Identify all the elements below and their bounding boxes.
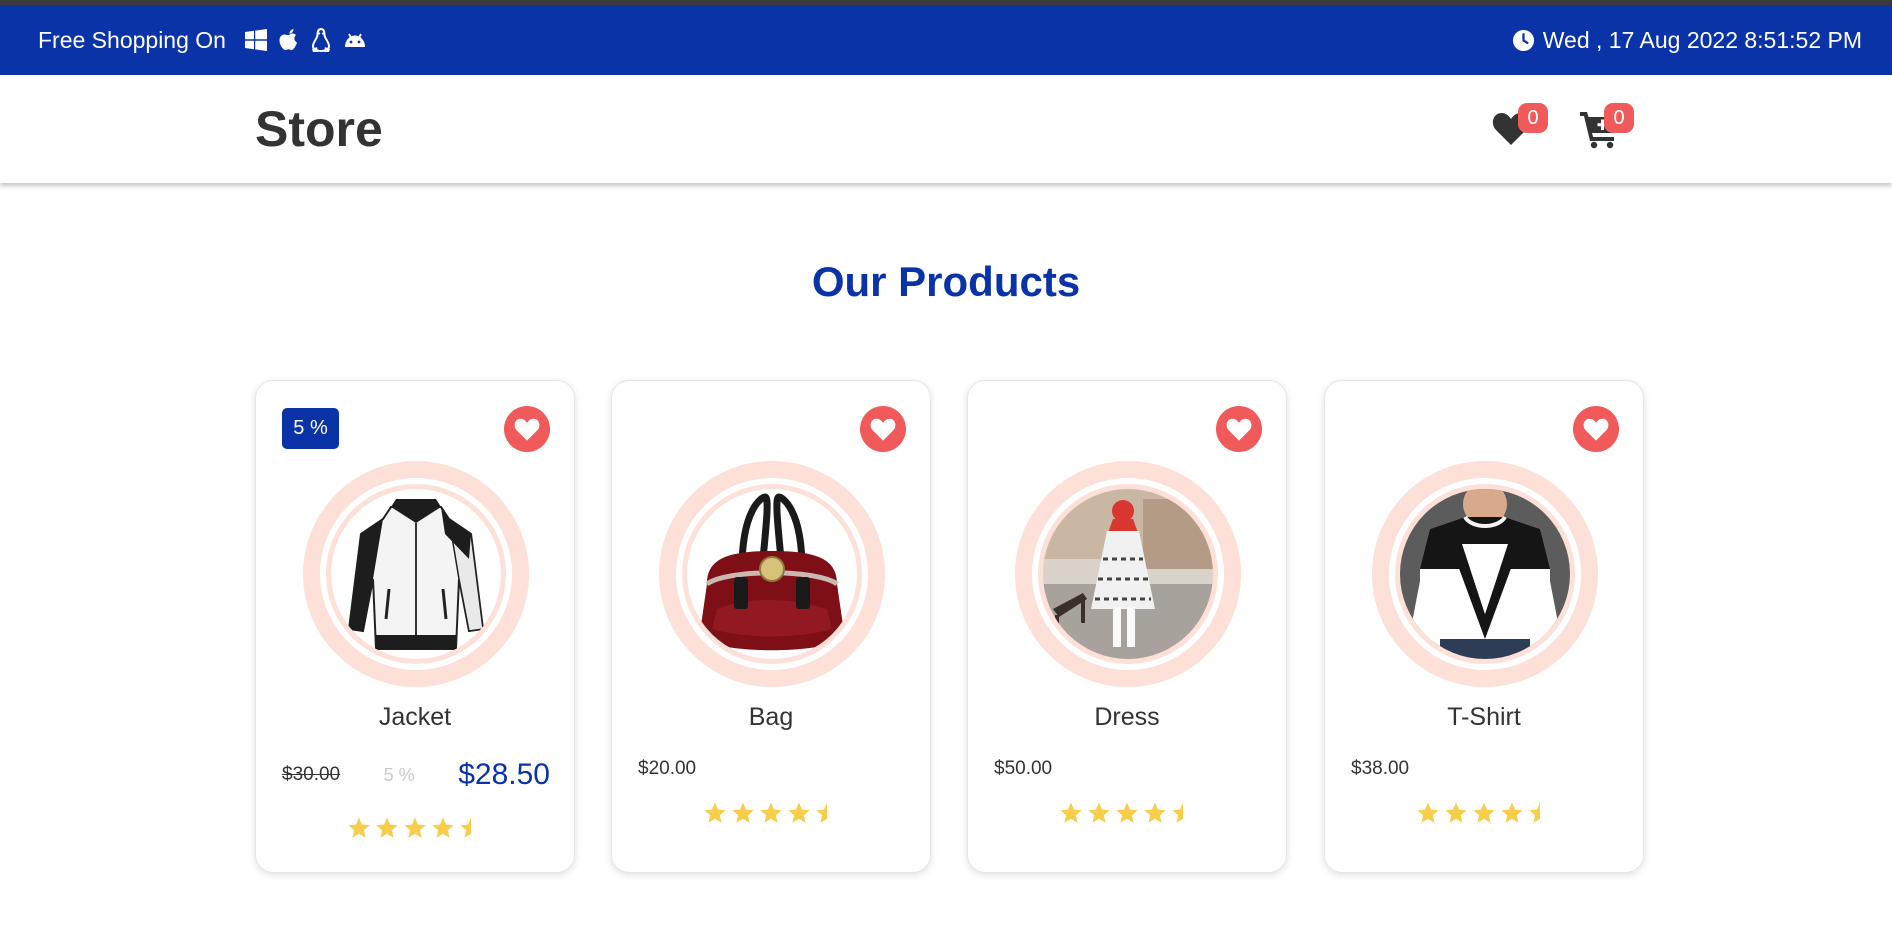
star-full-icon xyxy=(1116,802,1138,823)
heart-icon xyxy=(870,418,896,441)
price-row: $30.00 5 % $28.50 xyxy=(282,758,550,792)
original-price: $30.00 xyxy=(282,764,341,785)
top-info-bar: Free Shopping On Wed , 17 Aug 2022 8:51:… xyxy=(0,5,1892,75)
discount-percent: 5 % xyxy=(383,764,415,785)
product-name: Dress xyxy=(1094,703,1160,731)
product-image-frame xyxy=(303,461,529,687)
heart-icon xyxy=(1226,418,1252,441)
section-title: Our Products xyxy=(811,258,1081,305)
add-to-wishlist-button[interactable] xyxy=(1216,406,1262,452)
windows-icon xyxy=(244,29,267,51)
cart-count-badge: 0 xyxy=(1604,103,1634,133)
store-logo[interactable]: Store xyxy=(255,103,383,156)
product-name: Bag xyxy=(748,703,794,731)
clock-icon xyxy=(1512,29,1534,51)
dress-image xyxy=(1043,489,1213,659)
star-full-icon xyxy=(788,802,810,823)
star-full-icon xyxy=(1088,802,1110,823)
star-full-icon xyxy=(1501,802,1523,823)
star-rating xyxy=(1325,801,1643,830)
price: $20.00 xyxy=(638,758,697,779)
star-rating xyxy=(968,801,1286,830)
add-to-wishlist-button[interactable] xyxy=(1573,406,1619,452)
product-name: Jacket xyxy=(378,703,452,731)
add-to-wishlist-button[interactable] xyxy=(860,406,906,452)
add-to-wishlist-button[interactable] xyxy=(504,406,550,452)
datetime-text: Wed , 17 Aug 2022 8:51:52 PM xyxy=(1542,26,1862,53)
heart-icon xyxy=(1583,418,1609,441)
wishlist-button[interactable]: 0 xyxy=(1488,103,1548,153)
star-full-icon xyxy=(760,802,782,823)
product-image-frame xyxy=(1372,461,1598,687)
free-shopping-notice: Free Shopping On xyxy=(38,5,368,75)
star-half-icon xyxy=(1529,802,1540,823)
free-shopping-text: Free Shopping On xyxy=(38,26,226,53)
jacket-image xyxy=(331,489,501,659)
bag-image xyxy=(687,489,857,659)
product-image-frame xyxy=(659,461,885,687)
star-full-icon xyxy=(704,802,726,823)
sale-price: $28.50 xyxy=(458,758,550,791)
star-full-icon xyxy=(1473,802,1495,823)
star-full-icon xyxy=(404,817,426,838)
product-card-bag[interactable]: Bag $20.00 xyxy=(611,380,931,873)
datetime-display: Wed , 17 Aug 2022 8:51:52 PM xyxy=(1512,5,1862,75)
star-full-icon xyxy=(732,802,754,823)
star-full-icon xyxy=(432,817,454,838)
main-navbar: Store 0 0 xyxy=(0,75,1892,183)
star-full-icon xyxy=(1144,802,1166,823)
star-half-icon xyxy=(460,817,471,838)
star-full-icon xyxy=(376,817,398,838)
product-card-jacket[interactable]: 5 % Jacket $30.00 5 % $28.50 xyxy=(255,380,575,873)
platform-icons xyxy=(244,27,368,53)
price: $50.00 xyxy=(994,758,1053,779)
star-full-icon xyxy=(1060,802,1082,823)
product-name: T-Shirt xyxy=(1447,703,1521,731)
product-card-dress[interactable]: Dress $50.00 xyxy=(967,380,1287,873)
star-full-icon xyxy=(1417,802,1439,823)
wishlist-count-badge: 0 xyxy=(1518,103,1548,133)
android-icon xyxy=(344,33,365,47)
cart-button[interactable]: 0 xyxy=(1576,103,1634,153)
apple-icon xyxy=(279,29,297,50)
product-card-tshirt[interactable]: T-Shirt $38.00 xyxy=(1324,380,1644,873)
product-image-frame xyxy=(1015,461,1241,687)
discount-badge: 5 % xyxy=(282,408,339,449)
star-half-icon xyxy=(816,802,827,823)
star-rating xyxy=(256,816,574,845)
price: $38.00 xyxy=(1351,758,1410,779)
star-full-icon xyxy=(1445,802,1467,823)
star-half-icon xyxy=(1172,802,1183,823)
linux-icon xyxy=(311,27,330,53)
heart-icon xyxy=(514,418,540,441)
star-full-icon xyxy=(348,817,370,838)
tshirt-image xyxy=(1400,489,1570,659)
star-rating xyxy=(612,801,930,830)
